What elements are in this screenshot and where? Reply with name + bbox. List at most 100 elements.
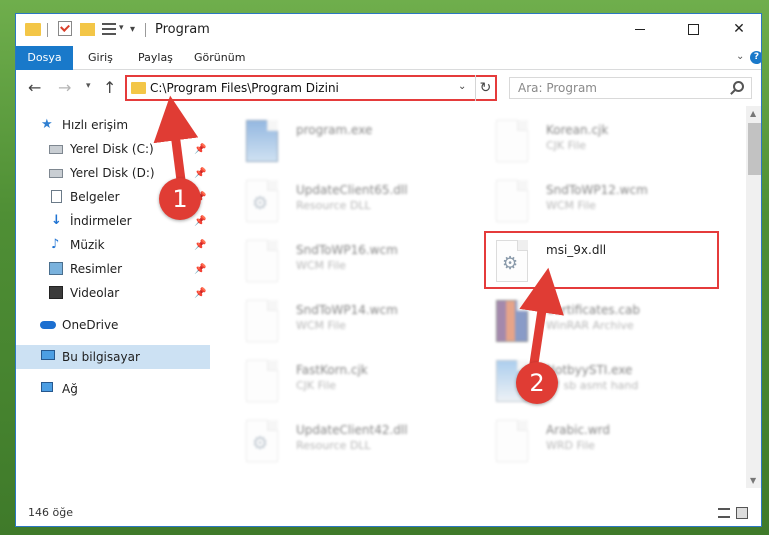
drive-icon xyxy=(49,169,63,178)
sidebar-item-label: Müzik xyxy=(70,238,105,252)
file-item[interactable]: SndToWP12.wcm WCM File xyxy=(471,174,721,234)
customize-toolbar-icon[interactable]: ▾ xyxy=(130,24,135,42)
pin-icon[interactable]: 📌 xyxy=(194,138,206,162)
pin-icon[interactable]: 📌 xyxy=(194,282,206,306)
chevron-down-icon[interactable]: ⌄ xyxy=(736,51,744,62)
folder-icon xyxy=(25,23,41,36)
sidebar-item-music[interactable]: ♪ Müzik 📌 xyxy=(16,233,210,257)
file-type: Resource DLL xyxy=(296,199,371,212)
sidebar-item-onedrive[interactable]: OneDrive xyxy=(16,313,210,337)
file-type: CJK File xyxy=(546,139,587,152)
file-icon xyxy=(496,180,528,222)
file-name: NotbyySTI.exe xyxy=(546,363,633,377)
file-item[interactable]: Korean.cjk CJK File xyxy=(471,114,721,174)
properties-icon[interactable] xyxy=(58,21,72,36)
file-item[interactable]: SndToWP14.wcm WCM File xyxy=(221,294,471,354)
file-item[interactable]: NotbyySTI.exe 97 sb asmt hand xyxy=(471,354,721,414)
sidebar-item-local-disk-c[interactable]: Yerel Disk (C:) 📌 xyxy=(16,137,210,161)
back-arrow-icon[interactable]: ← xyxy=(28,78,41,97)
tab-share[interactable]: Paylaş xyxy=(138,46,173,70)
step-badge-2: 2 xyxy=(516,362,558,404)
file-item[interactable]: UpdateClient65.dll Resource DLL xyxy=(221,174,471,234)
sidebar-item-this-pc[interactable]: Bu bilgisayar xyxy=(16,345,210,369)
scroll-up-icon[interactable]: ▲ xyxy=(750,109,756,118)
vertical-scrollbar[interactable]: ▲ ▼ xyxy=(746,106,761,488)
item-count: 146 öğe xyxy=(28,506,73,519)
download-icon: ↓ xyxy=(51,213,62,228)
minimize-button[interactable] xyxy=(618,14,664,44)
toolbar-separator xyxy=(47,23,48,37)
file-item[interactable]: Arabic.wrd WRD File xyxy=(471,414,721,474)
maximize-button[interactable] xyxy=(671,14,717,44)
sidebar-item-label: Ağ xyxy=(62,382,78,396)
pin-icon[interactable]: 📌 xyxy=(194,162,206,186)
address-bar[interactable]: C:\Program Files\Program Dizini ⌄ ↻ xyxy=(125,75,497,101)
scrollbar-thumb[interactable] xyxy=(748,123,761,175)
dll-icon xyxy=(246,180,278,222)
view-options-icon[interactable] xyxy=(102,23,116,35)
address-path[interactable]: C:\Program Files\Program Dizini xyxy=(150,81,339,95)
sidebar-item-label: Belgeler xyxy=(70,190,120,204)
folder-icon xyxy=(131,82,146,94)
sidebar-item-label: Videolar xyxy=(70,286,120,300)
file-name: SndToWP16.wcm xyxy=(296,243,398,257)
file-name: Certificates.cab xyxy=(546,303,640,317)
file-type: CJK File xyxy=(296,379,337,392)
new-folder-icon[interactable] xyxy=(80,23,95,36)
search-placeholder: Ara: Program xyxy=(518,81,597,95)
search-icon[interactable] xyxy=(733,81,744,92)
file-item[interactable]: Certificates.cab WinRAR Archive xyxy=(471,294,721,354)
drive-icon xyxy=(49,145,63,154)
music-icon: ♪ xyxy=(51,237,60,252)
star-icon: ★ xyxy=(41,117,53,132)
sidebar-item-network[interactable]: Ağ xyxy=(16,377,210,401)
sidebar-item-pictures[interactable]: Resimler 📌 xyxy=(16,257,210,281)
sidebar-item-label: OneDrive xyxy=(62,318,119,332)
computer-icon xyxy=(41,350,55,360)
forward-arrow-icon[interactable]: → xyxy=(58,78,71,97)
dll-icon xyxy=(246,420,278,462)
file-name: SndToWP12.wcm xyxy=(546,183,648,197)
pictures-icon xyxy=(49,262,63,275)
chevron-down-icon[interactable]: ⌄ xyxy=(458,81,466,92)
videos-icon xyxy=(49,286,63,299)
search-input[interactable]: Ara: Program xyxy=(509,77,752,99)
file-type: WCM File xyxy=(296,319,346,332)
file-name: UpdateClient42.dll xyxy=(296,423,408,437)
pin-icon[interactable]: 📌 xyxy=(194,234,206,258)
navigation-bar: ← → ▾ ↑ C:\Program Files\Program Dizini … xyxy=(16,71,761,105)
tab-home[interactable]: Giriş xyxy=(88,46,113,70)
file-icon xyxy=(246,360,278,402)
pin-icon[interactable]: 📌 xyxy=(194,210,206,234)
help-icon[interactable]: ? xyxy=(750,51,761,64)
details-view-icon[interactable] xyxy=(718,508,730,518)
file-name: Arabic.wrd xyxy=(546,423,611,437)
chevron-down-icon[interactable]: ▾ xyxy=(119,23,124,41)
file-type: Resource DLL xyxy=(296,439,371,452)
recent-locations-icon[interactable]: ▾ xyxy=(86,81,91,91)
file-item[interactable]: program.exe xyxy=(221,114,471,174)
file-icon xyxy=(246,240,278,282)
sidebar-item-label: Yerel Disk (D:) xyxy=(70,166,155,180)
file-list: program.exe Korean.cjk CJK File UpdateCl… xyxy=(221,106,744,488)
sidebar-item-label: Hızlı erişim xyxy=(62,118,129,132)
sidebar-item-label: Bu bilgisayar xyxy=(62,350,140,364)
up-arrow-icon[interactable]: ↑ xyxy=(103,78,116,97)
file-item[interactable]: SndToWP16.wcm WCM File xyxy=(221,234,471,294)
sidebar-item-quick-access[interactable]: ★ Hızlı erişim xyxy=(16,113,210,137)
sidebar-item-videos[interactable]: Videolar 📌 xyxy=(16,281,210,305)
file-item[interactable]: FastKorn.cjk CJK File xyxy=(221,354,471,414)
file-name: SndToWP14.wcm xyxy=(296,303,398,317)
large-icons-view-icon[interactable] xyxy=(736,507,748,519)
file-name: Korean.cjk xyxy=(546,123,609,137)
refresh-icon[interactable]: ↻ xyxy=(475,75,495,101)
file-item[interactable]: UpdateClient42.dll Resource DLL xyxy=(221,414,471,474)
close-button[interactable]: ✕ xyxy=(716,14,761,44)
pin-icon[interactable]: 📌 xyxy=(194,258,206,282)
file-type: WRD File xyxy=(546,439,595,452)
exe-icon xyxy=(246,120,278,162)
toolbar-separator xyxy=(145,23,146,37)
scroll-down-icon[interactable]: ▼ xyxy=(750,476,756,485)
tab-file[interactable]: Dosya xyxy=(16,46,73,70)
tab-view[interactable]: Görünüm xyxy=(194,46,245,70)
